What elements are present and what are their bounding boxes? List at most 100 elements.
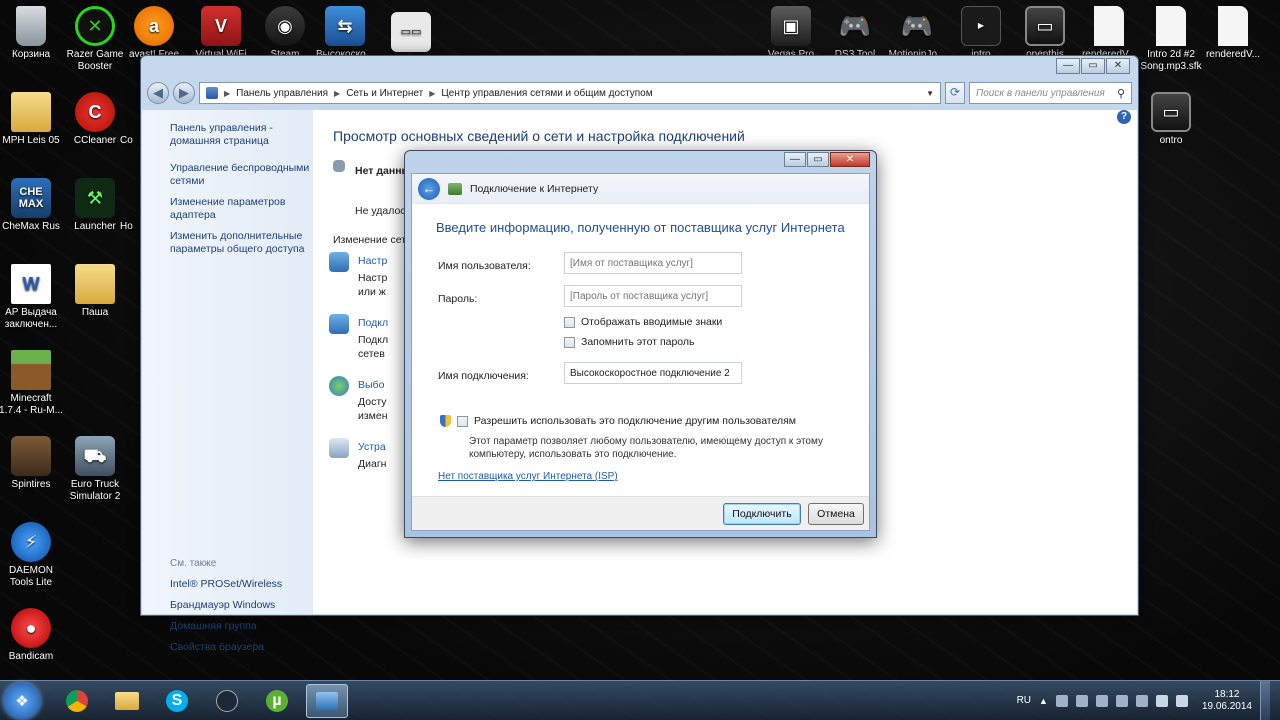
- network-icon: ⇆: [325, 6, 365, 46]
- allow-others-checkbox[interactable]: [457, 415, 468, 427]
- desktop-icon-recycle-bin[interactable]: Корзина: [0, 6, 64, 61]
- tray-app-icon[interactable]: [1135, 694, 1148, 707]
- dialog-heading: Введите информацию, полученную от постав…: [436, 220, 845, 235]
- nav-link-wireless[interactable]: Управление беспроводными сетями: [170, 162, 313, 188]
- nav-link-home[interactable]: Панель управления - домашняя страница: [170, 122, 313, 148]
- desktop-icon-renderedv-2[interactable]: renderedV...: [1200, 6, 1266, 61]
- connection-name-label: Имя подключения:: [438, 370, 529, 382]
- taskbar-control-panel[interactable]: [306, 683, 348, 718]
- desktop-icon-euro-truck[interactable]: ⛟ Euro Truck Simulator 2: [62, 436, 128, 503]
- show-desktop-button[interactable]: [1260, 680, 1270, 720]
- no-isp-link[interactable]: Нет поставщика услуг Интернета (ISP): [438, 471, 618, 482]
- connect-network-link[interactable]: Подкл: [358, 317, 388, 329]
- see-also-firewall[interactable]: Брандмауэр Windows: [170, 599, 282, 612]
- desktop-icon-pasha[interactable]: Паша: [62, 264, 128, 319]
- dialog-minimize-button[interactable]: —: [784, 152, 806, 167]
- taskbar-explorer[interactable]: [106, 684, 148, 718]
- nav-link-advanced-sharing[interactable]: Изменить дополнительные параметры общего…: [170, 230, 313, 256]
- remember-password-label: Запомнить этот пароль: [581, 336, 695, 348]
- back-button[interactable]: ◀: [147, 82, 169, 104]
- desktop-icon-ccleaner[interactable]: C CCleaner: [62, 92, 128, 147]
- desktop-icon-vegas[interactable]: ▣ Vegas Pro: [758, 6, 824, 61]
- desktop-icon-renderedv-1[interactable]: renderedV...: [1076, 6, 1142, 61]
- address-bar[interactable]: ▶ Панель управления ▶ Сеть и Интернет ▶ …: [199, 82, 941, 104]
- nav-link-adapter-settings[interactable]: Изменение параметров адаптера: [170, 196, 313, 222]
- chemax-icon: CHE MAX: [11, 178, 51, 218]
- desktop-icon-spintires[interactable]: Spintires: [0, 436, 64, 491]
- password-input[interactable]: [564, 285, 742, 307]
- setup-connection-link[interactable]: Настр: [358, 255, 387, 267]
- connect-to-internet-dialog[interactable]: — ▭ ✕ ← Подключение к Интернету Введите …: [404, 150, 877, 538]
- breadcrumb-control-panel[interactable]: Панель управления: [236, 88, 328, 99]
- network-tray-icon[interactable]: [1155, 694, 1168, 707]
- remember-password-checkbox[interactable]: [564, 336, 575, 348]
- see-also-browser-props[interactable]: Свойства браузера: [170, 641, 282, 654]
- username-input[interactable]: [564, 252, 742, 274]
- troubleshoot-link[interactable]: Устра: [358, 441, 386, 453]
- desktop-icon-mph[interactable]: MPH Leis 05: [0, 92, 64, 147]
- desktop-icon-co[interactable]: Co: [120, 92, 142, 147]
- taskbar-chrome[interactable]: [56, 684, 98, 718]
- dialog-maximize-button[interactable]: ▭: [807, 152, 829, 167]
- desktop-icon-daemon-tools[interactable]: ⚡ DAEMON Tools Lite: [0, 522, 64, 589]
- allow-others-row[interactable]: Разрешить использовать это подключение д…: [440, 415, 796, 427]
- desktop-icon-ho[interactable]: Ho: [120, 178, 142, 233]
- see-also-homegroup[interactable]: Домашняя группа: [170, 620, 282, 633]
- breadcrumb-network-center[interactable]: Центр управления сетями и общим доступом: [441, 88, 652, 99]
- search-icon[interactable]: ⚲: [1117, 87, 1125, 100]
- breadcrumb-network-internet[interactable]: Сеть и Интернет: [346, 88, 423, 99]
- tray-expand-icon[interactable]: ▲: [1039, 696, 1048, 706]
- clock[interactable]: 18:12 19.06.2014: [1202, 689, 1252, 713]
- close-button[interactable]: ✕: [1106, 58, 1130, 74]
- desktop-icon-openthis[interactable]: ▭ openthis: [1012, 6, 1078, 61]
- show-chars-row[interactable]: Отображать вводимые знаки: [564, 316, 722, 328]
- desktop-icon-chemax[interactable]: CHE MAX CheMax Rus: [0, 178, 64, 233]
- connection-name-input[interactable]: [564, 362, 742, 384]
- start-button[interactable]: ❖: [4, 682, 40, 719]
- tray-app-icon[interactable]: [1095, 694, 1108, 707]
- desktop-icon-razer[interactable]: ✕ Razer Game Booster: [62, 6, 128, 73]
- language-indicator[interactable]: RU: [1017, 695, 1031, 706]
- minimize-button[interactable]: —: [1056, 58, 1080, 74]
- desktop-icon-ap-document[interactable]: W AP Выдача заключен...: [0, 264, 64, 331]
- dialog-back-button[interactable]: ←: [418, 177, 440, 200]
- cancel-button[interactable]: Отмена: [808, 503, 864, 525]
- desktop-icon-motioninjoy[interactable]: 🎮 MotioninJo...: [884, 6, 950, 61]
- desktop-icon-intro[interactable]: ▶ intro: [948, 6, 1014, 61]
- taskbar-skype[interactable]: S: [156, 684, 198, 718]
- desktop-icon-bandicam[interactable]: ● Bandicam: [0, 608, 64, 663]
- desktop-icon-launcher[interactable]: ⚒ Launcher: [62, 178, 128, 233]
- tray-app-icon[interactable]: [1055, 694, 1068, 707]
- search-input[interactable]: Поиск в панели управления ⚲: [969, 82, 1132, 104]
- tray-app-icon[interactable]: [1115, 694, 1128, 707]
- spintires-icon: [11, 436, 51, 476]
- desktop-icon-ds3tool[interactable]: 🎮 DS3 Tool: [822, 6, 888, 61]
- remember-password-row[interactable]: Запомнить этот пароль: [564, 336, 695, 348]
- refresh-button[interactable]: ⟳: [945, 82, 965, 104]
- tray-app-icon[interactable]: [1075, 694, 1088, 707]
- desktop-icon-virtual-wifi[interactable]: V Virtual WiFi: [188, 6, 254, 61]
- utorrent-icon: µ: [266, 689, 288, 712]
- help-icon[interactable]: ?: [1117, 110, 1131, 124]
- connect-button[interactable]: Подключить: [723, 503, 801, 525]
- desktop-icon-steam[interactable]: ◉ Steam: [252, 6, 318, 61]
- see-also-intel-proset[interactable]: Intel® PROSet/Wireless: [170, 578, 282, 591]
- network-status-icon: [333, 160, 345, 172]
- steam-icon: ◉: [265, 6, 305, 46]
- explorer-folder-icon: [115, 691, 139, 710]
- maximize-button[interactable]: ▭: [1081, 58, 1105, 74]
- volume-icon[interactable]: [1175, 694, 1188, 707]
- dialog-close-button[interactable]: ✕: [830, 152, 870, 167]
- show-chars-checkbox[interactable]: [564, 316, 575, 328]
- desktop-icon-avast[interactable]: a avast! Free: [125, 6, 183, 61]
- dialog-header: ← Подключение к Интернету: [412, 174, 869, 204]
- taskbar-utorrent[interactable]: µ: [256, 684, 298, 718]
- taskbar-steam[interactable]: [206, 684, 248, 718]
- desktop-icon-ontro[interactable]: ▭ ontro: [1138, 92, 1204, 147]
- desktop-icon-intro-song[interactable]: Intro 2d #2 Song.mp3.sfk: [1138, 6, 1204, 73]
- forward-button[interactable]: ▶: [173, 82, 195, 104]
- desktop-icon-highspeed[interactable]: ⇆ Высокоско...: [312, 6, 378, 61]
- choose-homegroup-link[interactable]: Выбо: [358, 379, 384, 391]
- desktop-icon-minecraft[interactable]: Minecraft 1.7.4 - Ru-M...: [0, 350, 64, 417]
- address-dropdown-icon[interactable]: ▼: [926, 89, 934, 98]
